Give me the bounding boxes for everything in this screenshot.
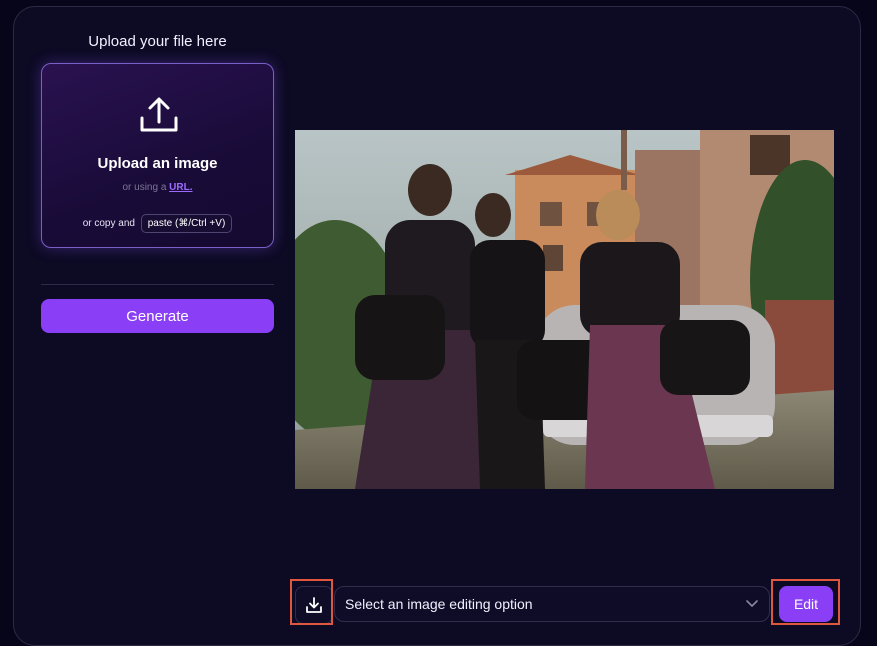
download-button[interactable] bbox=[295, 586, 333, 624]
paste-hint: or copy and bbox=[82, 218, 135, 229]
editing-option-select[interactable]: Select an image editing option bbox=[334, 586, 770, 622]
upload-heading: Upload an image bbox=[97, 155, 218, 172]
upload-icon bbox=[140, 97, 178, 132]
download-icon bbox=[306, 597, 322, 613]
url-hint: or using a URL. bbox=[42, 182, 273, 193]
paste-button[interactable]: paste (⌘/Ctrl +V) bbox=[140, 214, 233, 233]
preview-photo bbox=[295, 130, 834, 489]
url-hint-text: or using a bbox=[122, 182, 170, 193]
upload-dropzone[interactable]: Upload an image or using a URL. or copy … bbox=[41, 63, 274, 248]
chevron-down-icon bbox=[746, 600, 758, 607]
generate-button[interactable]: Generate bbox=[41, 299, 274, 333]
editing-option-value: Select an image editing option bbox=[345, 596, 533, 612]
url-link[interactable]: URL. bbox=[169, 182, 192, 193]
preview-image bbox=[295, 130, 834, 489]
divider bbox=[41, 284, 274, 285]
edit-button[interactable]: Edit bbox=[779, 586, 833, 622]
paste-row: or copy and paste (⌘/Ctrl +V) bbox=[42, 214, 273, 233]
upload-title: Upload your file here bbox=[88, 33, 227, 50]
